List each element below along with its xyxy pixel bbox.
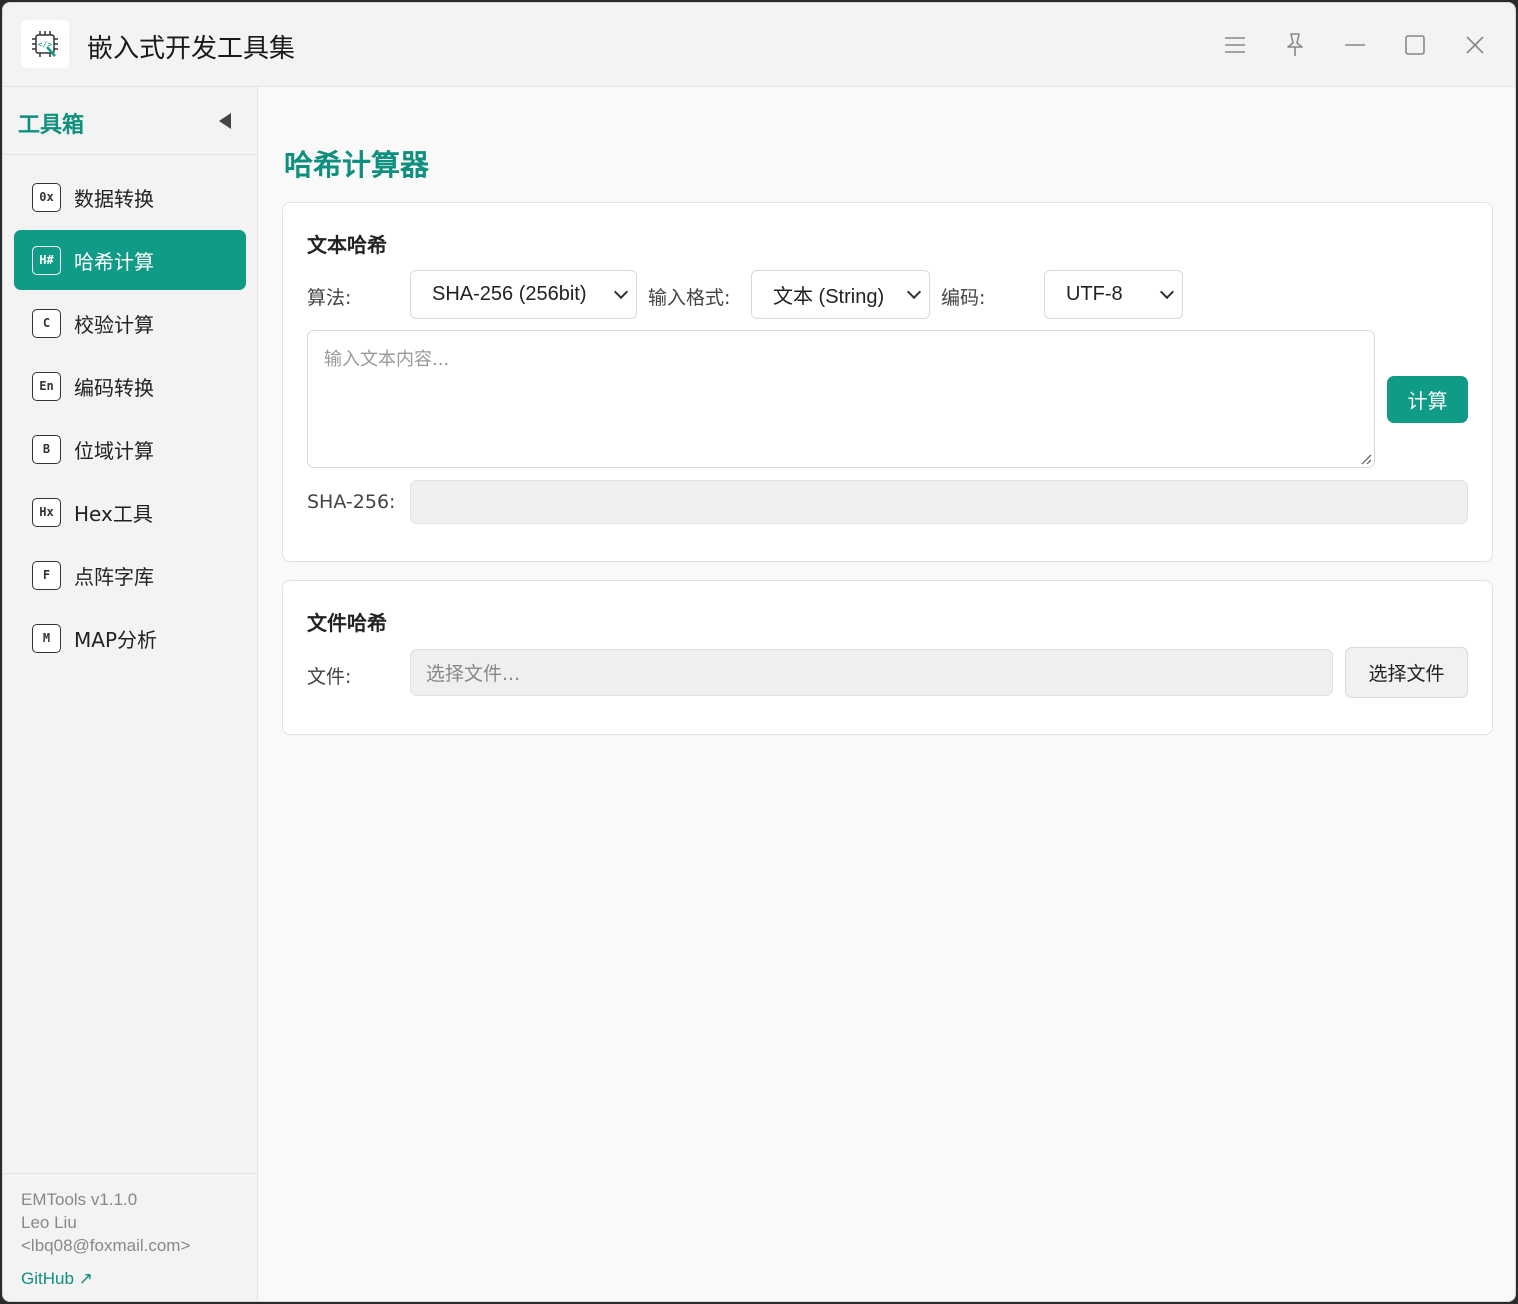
sidebar-item-label: 编码转换 (74, 375, 154, 400)
app-logo-icon: </> (21, 20, 69, 68)
file-label: 文件: (307, 666, 352, 688)
algorithm-select[interactable]: SHA-256 (256bit) (410, 270, 637, 319)
choose-file-button[interactable]: 选择文件 (1345, 647, 1468, 698)
nav-badge-icon: H# (32, 245, 61, 275)
sidebar-item-map[interactable]: M MAP分析 (14, 608, 246, 668)
app-window: </> 嵌入式开发工具集 工具箱 0x 数据转换 H# 哈希计算 C 校验计算 … (2, 2, 1516, 1302)
sidebar-item-label: 位域计算 (74, 438, 154, 463)
algorithm-label: 算法: (307, 287, 352, 309)
card-title: 文本哈希 (307, 233, 387, 257)
nav-badge-icon: C (32, 308, 61, 338)
svg-text:</>: </> (38, 40, 53, 49)
sidebar-item-bitfield[interactable]: B 位域计算 (14, 419, 246, 479)
menu-icon[interactable] (1215, 25, 1255, 65)
main-content: 哈希计算器 文本哈希 算法: SHA-256 (256bit) 输入格式: 文本… (259, 87, 1515, 1301)
minimize-icon[interactable] (1335, 25, 1375, 65)
app-title: 嵌入式开发工具集 (87, 34, 296, 64)
encoding-select[interactable]: UTF-8 (1044, 270, 1183, 319)
collapse-arrow-icon[interactable] (219, 113, 231, 129)
sidebar-item-font[interactable]: F 点阵字库 (14, 545, 246, 605)
author-text: Leo Liu (21, 1213, 77, 1232)
sidebar-item-label: 校验计算 (74, 312, 154, 337)
nav-list: 0x 数据转换 H# 哈希计算 C 校验计算 En 编码转换 B 位域计算 Hx… (3, 155, 257, 668)
sidebar: 工具箱 0x 数据转换 H# 哈希计算 C 校验计算 En 编码转换 B 位域计 (3, 87, 258, 1301)
sidebar-item-data-convert[interactable]: 0x 数据转换 (14, 167, 246, 227)
resize-grip-icon[interactable] (1360, 453, 1372, 465)
maximize-icon[interactable] (1395, 25, 1435, 65)
nav-badge-icon: M (32, 623, 61, 653)
sidebar-item-label: Hex工具 (74, 501, 153, 526)
pin-icon[interactable] (1275, 25, 1315, 65)
close-icon[interactable] (1455, 25, 1495, 65)
result-label: SHA-256: (307, 491, 396, 513)
algorithm-value: SHA-256 (256bit) (432, 283, 587, 305)
file-path-input[interactable]: 选择文件... (410, 649, 1333, 696)
title-bar: </> 嵌入式开发工具集 (3, 3, 1515, 87)
compute-button[interactable]: 计算 (1387, 376, 1468, 423)
page-title: 哈希计算器 (284, 148, 430, 182)
sidebar-item-label: 数据转换 (74, 186, 154, 211)
text-hash-card: 文本哈希 算法: SHA-256 (256bit) 输入格式: 文本 (Stri… (282, 202, 1493, 562)
sidebar-footer: EMTools v1.1.0 Leo Liu <lbq08@foxmail.co… (3, 1173, 257, 1301)
sidebar-item-label: MAP分析 (74, 627, 157, 652)
nav-badge-icon: F (32, 560, 61, 590)
encoding-value: UTF-8 (1066, 283, 1123, 305)
github-link[interactable]: GitHub ↗ (21, 1267, 239, 1290)
chevron-down-icon (906, 284, 922, 300)
sidebar-item-checksum[interactable]: C 校验计算 (14, 293, 246, 353)
sidebar-item-hex-tool[interactable]: Hx Hex工具 (14, 482, 246, 542)
format-select[interactable]: 文本 (String) (751, 270, 930, 319)
file-hash-card: 文件哈希 文件: 选择文件... 选择文件 (282, 580, 1493, 735)
nav-badge-icon: En (32, 371, 61, 401)
result-output[interactable] (410, 480, 1468, 524)
email-text: <lbq08@foxmail.com> (21, 1236, 191, 1255)
nav-badge-icon: 0x (32, 182, 61, 212)
nav-badge-icon: Hx (32, 497, 61, 527)
version-text: EMTools v1.1.0 (21, 1190, 138, 1209)
sidebar-item-label: 点阵字库 (74, 564, 154, 589)
nav-badge-icon: B (32, 434, 61, 464)
sidebar-item-encoding[interactable]: En 编码转换 (14, 356, 246, 416)
encoding-label: 编码: (941, 287, 986, 309)
chevron-down-icon (613, 284, 629, 300)
card-title: 文件哈希 (307, 611, 387, 635)
format-value: 文本 (String) (773, 286, 885, 308)
file-path-placeholder: 选择文件... (426, 663, 521, 685)
sidebar-title: 工具箱 (18, 113, 85, 138)
sidebar-item-label: 哈希计算 (74, 249, 154, 274)
sidebar-header: 工具箱 (3, 87, 257, 155)
text-input-placeholder: 输入文本内容... (324, 349, 450, 370)
text-input[interactable]: 输入文本内容... (307, 330, 1375, 468)
chevron-down-icon (1159, 284, 1175, 300)
format-label: 输入格式: (648, 287, 731, 309)
sidebar-item-hash[interactable]: H# 哈希计算 (14, 230, 246, 290)
